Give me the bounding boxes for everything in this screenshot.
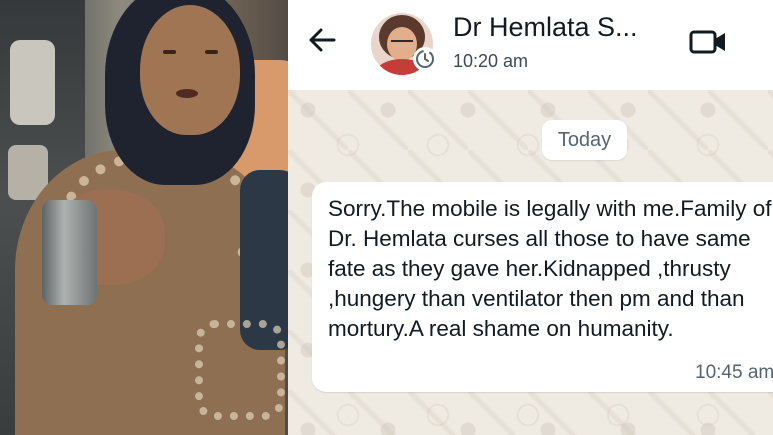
message-bubble[interactable]: Sorry.The mobile is legally with me.Fami… bbox=[312, 182, 773, 392]
disappearing-timer-icon bbox=[416, 50, 434, 68]
steel-glass bbox=[42, 200, 97, 305]
disappearing-timer-badge bbox=[413, 47, 437, 71]
date-divider: Today bbox=[542, 120, 627, 160]
video-call-icon[interactable] bbox=[688, 26, 728, 58]
message-text: Sorry.The mobile is legally with me.Fami… bbox=[328, 196, 772, 341]
car-headrest bbox=[10, 40, 55, 125]
person-mouth bbox=[176, 89, 198, 98]
avatar-glasses bbox=[391, 40, 413, 45]
chat-header: Dr Hemlata S... 10:20 am bbox=[288, 0, 773, 90]
back-arrow-icon[interactable] bbox=[306, 24, 338, 56]
message-time: 10:45 am bbox=[695, 362, 773, 383]
chat-panel: Dr Hemlata S... 10:20 am Today Sorry.The… bbox=[288, 0, 773, 435]
contact-name[interactable]: Dr Hemlata S... bbox=[453, 12, 638, 43]
last-seen-time: 10:20 am bbox=[453, 51, 529, 71]
embroidered-sleeve bbox=[195, 320, 285, 420]
person-face bbox=[140, 5, 240, 135]
photo-panel bbox=[0, 0, 288, 435]
person-eye-right bbox=[205, 50, 218, 54]
person-eye-left bbox=[163, 50, 176, 54]
